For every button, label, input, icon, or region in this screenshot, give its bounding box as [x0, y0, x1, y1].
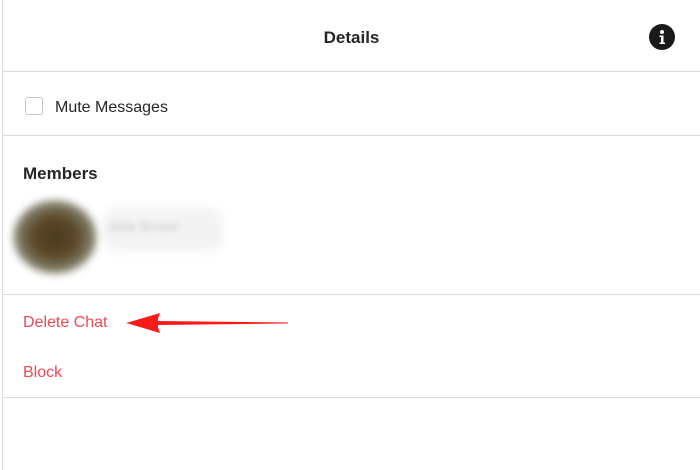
page-title: Details [323, 28, 380, 47]
member-item[interactable]: Julia Brown [11, 198, 231, 274]
members-section: Members Julia Brown [3, 136, 700, 295]
chat-actions: Delete Chat Block [3, 295, 700, 398]
delete-chat-button[interactable]: Delete Chat [23, 313, 108, 333]
mute-messages-label[interactable]: Mute Messages [55, 98, 168, 118]
block-button[interactable]: Block [23, 363, 62, 383]
info-icon[interactable] [649, 24, 675, 50]
member-name[interactable]: Julia Brown [107, 214, 217, 238]
mute-messages-checkbox[interactable] [25, 97, 43, 115]
mute-messages-row[interactable]: Mute Messages [3, 72, 700, 136]
chat-details-panel: Details Mute Messages Members Julia Brow… [2, 0, 700, 470]
details-header: Details [3, 0, 700, 72]
avatar[interactable] [13, 200, 97, 274]
members-heading: Members [23, 164, 98, 183]
